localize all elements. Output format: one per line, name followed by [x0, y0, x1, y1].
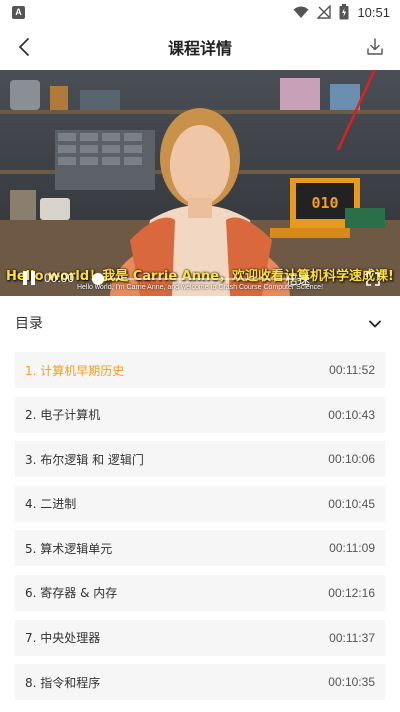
collapse-button[interactable]	[368, 316, 382, 330]
chevron-left-icon	[19, 38, 29, 56]
lesson-name: 3. 布尔逻辑 和 逻辑门	[25, 452, 144, 467]
lesson-name: 5. 算术逻辑单元	[25, 541, 113, 556]
catalog-header[interactable]: 目录	[0, 296, 400, 350]
battery-icon	[339, 4, 349, 20]
lesson-name: 7. 中央处理器	[25, 631, 101, 646]
lesson-item[interactable]: 3. 布尔逻辑 和 逻辑门 00:10:06	[15, 441, 385, 478]
lesson-name: 6. 寄存器 & 内存	[25, 586, 118, 601]
download-button[interactable]	[364, 36, 386, 58]
lesson-item[interactable]: 1. 计算机早期历史 00:11:52	[15, 352, 385, 388]
download-icon	[367, 38, 383, 55]
lesson-duration: 00:11:37	[329, 630, 375, 645]
lesson-name: 4. 二进制	[25, 497, 77, 512]
no-signal-icon	[317, 5, 332, 19]
lesson-duration: 00:10:45	[328, 496, 375, 511]
lesson-item[interactable]: 8. 指令和程序 00:10:35	[15, 664, 385, 701]
page-title: 课程详情	[167, 39, 232, 58]
lesson-duration: 00:10:43	[328, 407, 375, 422]
header: 课程详情	[0, 24, 400, 70]
lesson-duration: 00:10:06	[328, 452, 375, 467]
lesson-list: 1. 计算机早期历史 00:11:52 2. 电子计算机 00:10:43 3. 布尔逻…	[15, 352, 385, 709]
lesson-duration: 00:12:16	[328, 585, 375, 600]
lesson-name: 8. 指令和程序	[25, 675, 101, 690]
status-bar: A 10:51	[0, 0, 400, 24]
annotation-arrow	[336, 70, 376, 151]
lesson-item[interactable]: 5. 算术逻辑单元 00:11:09	[15, 530, 385, 567]
app-notification-icon: A	[12, 5, 25, 19]
lesson-item[interactable]: 4. 二进制 00:10:45	[15, 485, 385, 522]
chevron-down-icon	[369, 320, 381, 328]
video-player[interactable]: 010 Hello world！我是 Carrie Anne，欢迎收看计算机科学…	[0, 70, 400, 296]
status-time: 10:51	[357, 4, 390, 20]
back-button[interactable]	[14, 36, 36, 58]
wifi-icon	[293, 6, 309, 18]
lesson-name: 2. 电子计算机	[25, 408, 101, 423]
lesson-duration: 00:11:09	[329, 541, 375, 556]
lesson-duration: 00:11:52	[329, 363, 375, 377]
lesson-duration: 00:10:35	[328, 675, 375, 690]
lesson-item[interactable]: 2. 电子计算机 00:10:43	[15, 396, 385, 433]
catalog-title: 目录	[15, 316, 43, 332]
lesson-item[interactable]: 7. 中央处理器 00:11:37	[15, 619, 385, 656]
lesson-name: 1. 计算机早期历史	[25, 363, 125, 378]
lesson-item[interactable]: 6. 寄存器 & 内存 00:12:16	[15, 574, 385, 611]
